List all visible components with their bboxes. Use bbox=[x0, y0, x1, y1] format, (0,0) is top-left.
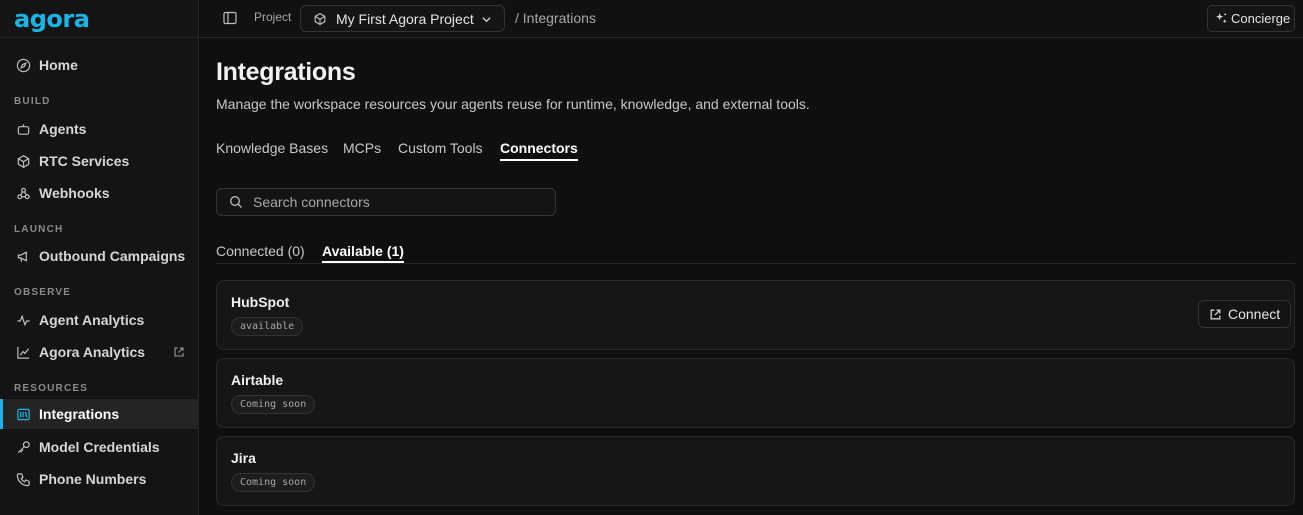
webhook-icon bbox=[16, 186, 31, 201]
sidebar-item-label: Agora Analytics bbox=[39, 344, 146, 360]
sidebar-item-label: Agent Analytics bbox=[39, 312, 145, 328]
tab-knowledge-bases[interactable]: Knowledge Bases bbox=[216, 140, 328, 156]
agora-logo[interactable]: agora bbox=[14, 5, 90, 33]
connector-subtabs: Connected (0) Available (1) bbox=[216, 243, 1295, 264]
connector-card-hubspot: HubSpot available Connect bbox=[216, 280, 1295, 350]
tab-connectors[interactable]: Connectors bbox=[500, 140, 578, 161]
tab-custom-tools[interactable]: Custom Tools bbox=[398, 140, 483, 156]
connector-name: Airtable bbox=[231, 372, 284, 388]
compass-icon bbox=[16, 58, 31, 73]
concierge-button[interactable]: Concierge bbox=[1207, 5, 1295, 32]
phone-icon bbox=[16, 472, 31, 487]
external-link-icon bbox=[174, 347, 184, 357]
sidebar-item-label: Outbound Campaigns bbox=[39, 248, 186, 264]
sidebar-item-agent-analytics[interactable]: Agent Analytics bbox=[0, 305, 199, 335]
search-placeholder: Search connectors bbox=[253, 194, 370, 210]
sidebar-item-agents[interactable]: Agents bbox=[0, 114, 199, 144]
page-title: Integrations bbox=[216, 58, 356, 86]
section-label-build: BUILD bbox=[14, 96, 51, 107]
sidebar-toggle-icon[interactable] bbox=[223, 11, 237, 25]
sidebar: agora Home BUILD Agents RTC Services Web… bbox=[0, 0, 199, 515]
connector-card-airtable: Airtable Coming soon bbox=[216, 358, 1295, 428]
sidebar-item-webhooks[interactable]: Webhooks bbox=[0, 178, 199, 208]
megaphone-icon bbox=[16, 249, 31, 264]
sidebar-item-rtc-services[interactable]: RTC Services bbox=[0, 146, 199, 176]
section-label-resources: RESOURCES bbox=[14, 383, 89, 394]
sidebar-item-label: Home bbox=[39, 57, 78, 73]
chevron-down-icon bbox=[482, 17, 491, 23]
external-link-icon bbox=[1210, 309, 1221, 319]
sidebar-item-phone-numbers[interactable]: Phone Numbers bbox=[0, 464, 199, 494]
tab-mcps[interactable]: MCPs bbox=[343, 140, 381, 156]
section-label-observe: OBSERVE bbox=[14, 287, 72, 298]
sidebar-item-integrations[interactable]: Integrations bbox=[0, 399, 199, 429]
sidebar-item-label: Webhooks bbox=[39, 185, 110, 201]
sidebar-item-agora-analytics[interactable]: Agora Analytics bbox=[0, 337, 199, 367]
breadcrumb: / Integrations bbox=[515, 10, 596, 26]
robot-icon bbox=[16, 122, 31, 137]
connector-name: HubSpot bbox=[231, 294, 290, 310]
concierge-label: Concierge bbox=[1231, 11, 1291, 26]
subtab-connected[interactable]: Connected (0) bbox=[216, 243, 305, 259]
sidebar-item-model-credentials[interactable]: Model Credentials bbox=[0, 432, 199, 462]
section-label-launch: LAUNCH bbox=[14, 224, 64, 235]
sidebar-item-home[interactable]: Home bbox=[0, 50, 199, 80]
key-icon bbox=[16, 440, 31, 455]
library-icon bbox=[16, 407, 31, 422]
project-select[interactable]: My First Agora Project bbox=[300, 5, 505, 32]
connector-name: Jira bbox=[231, 450, 256, 466]
topbar: Project My First Agora Project / Integra… bbox=[200, 0, 1303, 38]
subtab-available[interactable]: Available (1) bbox=[322, 243, 404, 263]
main-content: Integrations Manage the workspace resour… bbox=[200, 39, 1303, 515]
connect-label: Connect bbox=[1228, 306, 1281, 322]
chart-icon bbox=[16, 345, 31, 360]
connect-button[interactable]: Connect bbox=[1198, 300, 1291, 328]
sidebar-item-outbound-campaigns[interactable]: Outbound Campaigns bbox=[0, 241, 199, 271]
sidebar-item-label: RTC Services bbox=[39, 153, 130, 169]
connector-card-jira: Jira Coming soon bbox=[216, 436, 1295, 506]
sidebar-item-label: Model Credentials bbox=[39, 439, 160, 455]
search-input[interactable]: Search connectors bbox=[216, 188, 556, 216]
cube-icon bbox=[16, 154, 31, 169]
search-icon bbox=[230, 196, 242, 208]
cube-icon bbox=[314, 12, 326, 25]
status-badge: Coming soon bbox=[231, 473, 316, 492]
activity-icon bbox=[16, 313, 31, 328]
sidebar-item-label: Phone Numbers bbox=[39, 471, 147, 487]
logo-row: agora bbox=[0, 0, 198, 38]
status-badge: available bbox=[231, 317, 304, 336]
status-badge: Coming soon bbox=[231, 395, 316, 414]
sidebar-item-label: Integrations bbox=[39, 406, 120, 422]
page-description: Manage the workspace resources your agen… bbox=[216, 96, 810, 112]
sidebar-item-label: Agents bbox=[39, 121, 87, 137]
project-label: Project bbox=[254, 10, 292, 24]
sparkles-icon bbox=[1215, 12, 1227, 24]
project-name: My First Agora Project bbox=[336, 10, 474, 27]
